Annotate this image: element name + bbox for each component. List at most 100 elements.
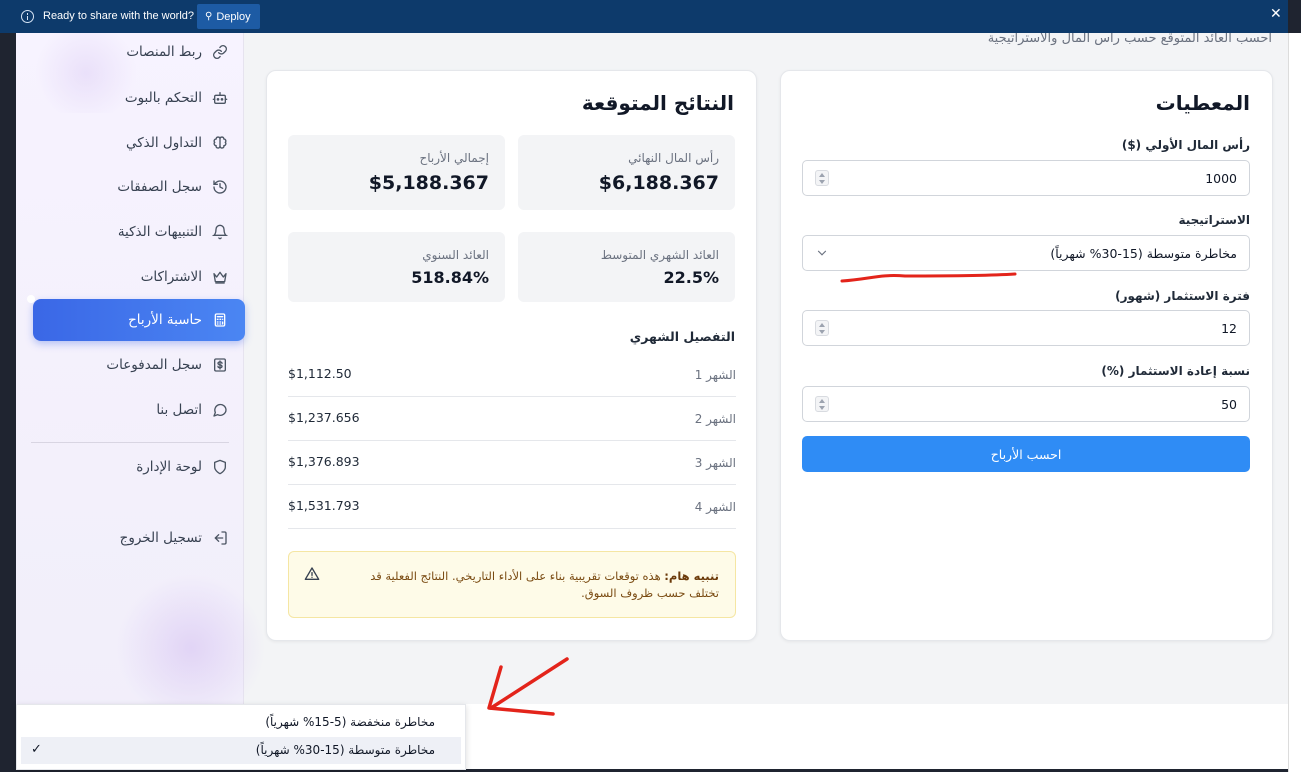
sidebar-item-label: التنبيهات الذكية — [117, 224, 202, 240]
annual-return-stat: العائد السنوي 518.84% — [288, 232, 505, 302]
alert-title: تنبيه هام: — [664, 569, 719, 583]
capital-label: رأس المال الأولي ($) — [1121, 138, 1250, 152]
sidebar-divider — [31, 442, 229, 443]
deploy-banner: Ready to share with the world? ⚲ Deploy … — [0, 0, 1288, 33]
sidebar-item-label: سجل المدفوعات — [106, 357, 202, 373]
inputs-title: المعطيات — [1155, 91, 1250, 115]
stat-label: إجمالي الأرباح — [419, 151, 489, 165]
option-label: مخاطرة منخفضة (5-15% شهرياً) — [265, 715, 435, 729]
logout-icon — [212, 530, 228, 546]
month-value: $1,112.50 — [288, 366, 352, 381]
total-profit-stat: إجمالي الأرباح $5,188.367 — [288, 135, 505, 210]
history-icon — [212, 179, 228, 195]
main-content: احسب العائد المتوقع حسب رأس المال والاست… — [245, 33, 1288, 703]
alert-text: تنبيه هام: هذه توقعات تقريبية بناء على ا… — [339, 568, 719, 602]
stat-value: $6,188.367 — [598, 172, 719, 194]
period-stepper[interactable] — [815, 320, 829, 336]
window-edge — [0, 33, 16, 772]
sidebar-item-profit-calculator[interactable]: حاسبة الأرباح — [27, 295, 245, 341]
reinvest-input[interactable]: 50 — [802, 386, 1250, 422]
calculator-icon — [212, 312, 228, 328]
sidebar-item-label: ربط المنصات — [126, 44, 202, 60]
scrollbar[interactable] — [1288, 33, 1301, 772]
reinvest-label: نسبة إعادة الاستثمار (%) — [1101, 364, 1250, 378]
deploy-button[interactable]: ⚲ Deploy — [197, 4, 260, 29]
final-capital-stat: رأس المال النهائي $6,188.367 — [518, 135, 735, 210]
sidebar-item-label: اتصل بنا — [156, 402, 202, 418]
month-value: $1,531.793 — [288, 498, 360, 513]
month-value: $1,376.893 — [288, 454, 360, 469]
sidebar-item-label: الاشتراكات — [140, 269, 202, 285]
info-icon — [21, 10, 34, 23]
deploy-label: Deploy — [216, 10, 251, 23]
stat-label: العائد الشهري المتوسط — [600, 248, 719, 262]
sidebar-item-trade-history[interactable]: سجل الصفقات — [117, 175, 228, 199]
period-input[interactable]: 12 — [802, 310, 1250, 346]
dropdown-option-low-risk[interactable]: مخاطرة منخفضة (5-15% شهرياً) — [21, 709, 461, 736]
month-value: $1,237.656 — [288, 410, 360, 425]
inputs-card: المعطيات رأس المال الأولي ($) 1000 الاست… — [780, 70, 1273, 641]
sidebar-item-bot-control[interactable]: التحكم بالبوت — [125, 86, 228, 110]
capital-stepper[interactable] — [815, 170, 829, 186]
sidebar-item-label: سجل الصفقات — [117, 179, 202, 195]
calculate-button[interactable]: احسب الأرباح — [802, 436, 1250, 472]
month-label: الشهر 3 — [694, 456, 736, 470]
capital-input[interactable]: 1000 — [802, 160, 1250, 196]
sidebar-item-label: التداول الذكي — [125, 135, 202, 151]
sidebar-item-label: التحكم بالبوت — [124, 90, 202, 106]
page-bottom-area — [466, 704, 1288, 769]
table-row: الشهر 4 $1,531.793 — [288, 485, 736, 529]
bell-icon — [212, 224, 228, 240]
stat-label: العائد السنوي — [422, 248, 489, 262]
sidebar-item-contact[interactable]: اتصل بنا — [156, 398, 228, 422]
table-row: الشهر 1 $1,112.50 — [288, 353, 736, 397]
shield-icon — [212, 459, 228, 475]
month-label: الشهر 2 — [694, 412, 736, 426]
sidebar-item-logout[interactable]: تسجيل الخروج — [120, 526, 228, 550]
banner-message: Ready to share with the world? — [43, 10, 195, 22]
strategy-select[interactable]: مخاطرة متوسطة (15-30% شهرياً) — [802, 235, 1250, 271]
strategy-label: الاستراتيجية — [1178, 213, 1250, 227]
bot-icon — [212, 90, 228, 106]
close-icon[interactable]: ✕ — [1270, 6, 1282, 22]
app-window: ربط المنصات التحكم بالبوت التداول الذكي … — [16, 33, 1288, 769]
sidebar-item-label: حاسبة الأرباح — [128, 312, 202, 328]
sidebar-item-smart-trading[interactable]: التداول الذكي — [126, 131, 228, 155]
results-card: النتائج المتوقعة رأس المال النهائي $6,18… — [266, 70, 757, 641]
sidebar: ربط المنصات التحكم بالبوت التداول الذكي … — [16, 33, 266, 769]
brain-icon — [212, 135, 228, 151]
table-row: الشهر 2 $1,237.656 — [288, 397, 736, 441]
strategy-dropdown-list: مخاطرة منخفضة (5-15% شهرياً) مخاطرة متوس… — [16, 704, 466, 770]
chevron-down-icon — [815, 245, 829, 259]
sidebar-item-platforms[interactable]: ربط المنصات — [126, 40, 228, 64]
sidebar-item-subscriptions[interactable]: الاشتراكات — [141, 265, 228, 289]
sidebar-item-alerts[interactable]: التنبيهات الذكية — [118, 220, 228, 244]
link-icon — [212, 44, 228, 60]
dropdown-option-medium-risk[interactable]: مخاطرة متوسطة (15-30% شهرياً) ✓ — [21, 737, 461, 764]
month-label: الشهر 1 — [694, 368, 736, 382]
option-label: مخاطرة متوسطة (15-30% شهرياً) — [255, 743, 435, 757]
warning-icon — [304, 566, 320, 582]
period-value: 12 — [1221, 321, 1237, 336]
avg-monthly-stat: العائد الشهري المتوسط 22.5% — [518, 232, 735, 302]
period-label: فترة الاستثمار (شهور) — [1115, 289, 1250, 303]
sidebar-item-label: تسجيل الخروج — [119, 530, 202, 546]
warning-alert: تنبيه هام: هذه توقعات تقريبية بناء على ا… — [288, 551, 736, 618]
sidebar-item-label: لوحة الإدارة — [136, 459, 202, 475]
strategy-value: مخاطرة متوسطة (15-30% شهرياً) — [1050, 246, 1237, 261]
monthly-breakdown-title: التفصيل الشهري — [629, 329, 735, 344]
chat-icon — [212, 402, 228, 418]
reinvest-stepper[interactable] — [815, 396, 829, 412]
table-row: الشهر 3 $1,376.893 — [288, 441, 736, 485]
sidebar-item-payments[interactable]: سجل المدفوعات — [106, 353, 228, 377]
crown-icon — [212, 269, 228, 285]
results-title: النتائج المتوقعة — [581, 91, 734, 115]
page-subtitle: احسب العائد المتوقع حسب رأس المال والاست… — [987, 33, 1272, 46]
deploy-icon: ⚲ — [205, 11, 213, 22]
stat-value: 22.5% — [663, 268, 719, 287]
check-icon: ✓ — [31, 742, 42, 757]
sidebar-item-admin[interactable]: لوحة الإدارة — [136, 455, 228, 479]
stat-label: رأس المال النهائي — [628, 151, 719, 165]
dollar-icon — [212, 357, 228, 373]
stat-value: $5,188.367 — [368, 172, 489, 194]
